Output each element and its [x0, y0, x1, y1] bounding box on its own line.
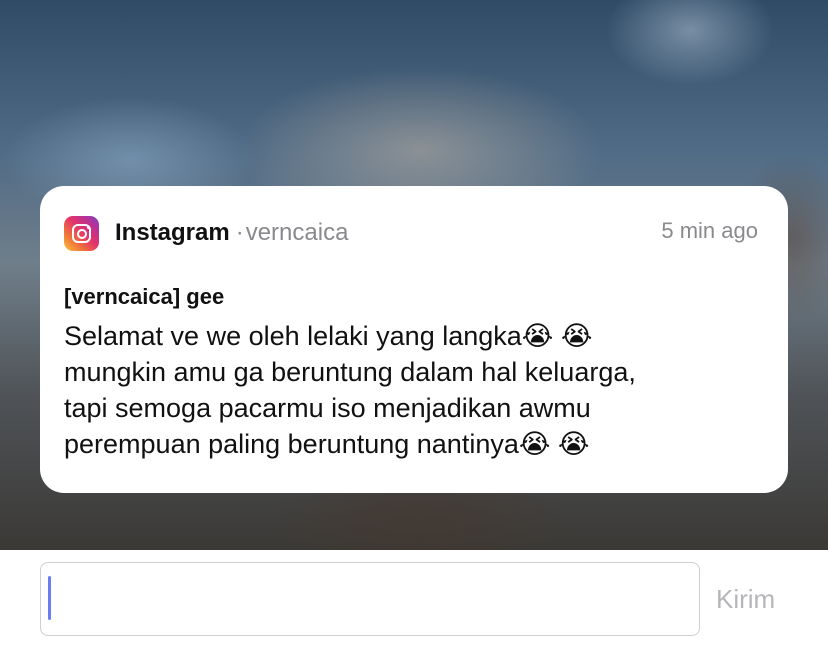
message-line: perempuan paling beruntung nantinya😭 😭	[64, 429, 590, 459]
message-body: Selamat ve we oleh lelaki yang langka😭 😭…	[64, 318, 764, 462]
account-name: verncaica	[245, 219, 349, 246]
camera-lens-shape	[76, 228, 87, 239]
header-separator: ·	[235, 219, 244, 246]
notification-header: Instagram ·verncaica	[115, 219, 348, 247]
send-button[interactable]: Kirim	[716, 583, 775, 615]
reply-input[interactable]	[40, 562, 700, 636]
notification-timestamp: 5 min ago	[661, 218, 758, 243]
message-line: tapi semoga pacarmu iso menjadikan awmu	[64, 393, 591, 423]
text-cursor	[48, 576, 51, 620]
message-line: mungkin amu ga beruntung dalam hal kelua…	[64, 357, 636, 387]
message-title: [verncaica] gee	[64, 284, 225, 309]
instagram-icon	[64, 216, 99, 251]
camera-flash-dot	[87, 225, 90, 229]
app-name: Instagram	[115, 219, 230, 246]
notification-card[interactable]: Instagram ·verncaica 5 min ago [verncaica…	[40, 186, 788, 493]
lock-screen: Instagram ·verncaica 5 min ago [verncaica…	[0, 0, 828, 645]
message-line: Selamat ve we oleh lelaki yang langka😭 😭	[64, 321, 593, 351]
reply-bar: Kirim	[0, 550, 828, 645]
